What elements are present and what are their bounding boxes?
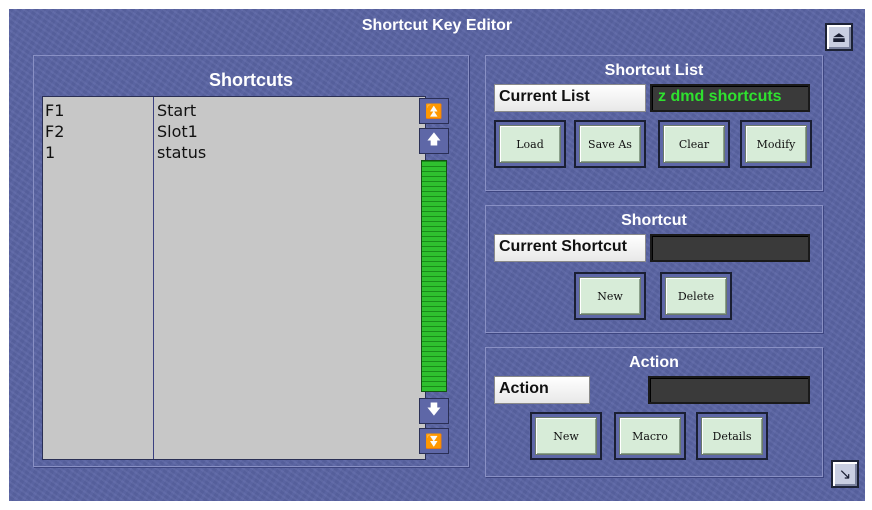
modify-button-label: Modify xyxy=(745,125,807,163)
details-button[interactable]: Details xyxy=(696,412,768,460)
shortcuts-title: Shortcuts xyxy=(208,70,293,90)
macro-button-label: Macro xyxy=(619,417,681,455)
action-title: Action xyxy=(629,354,679,371)
shortcut-action: Slot1 xyxy=(157,122,198,141)
resize-button[interactable]: ↘ xyxy=(831,460,859,488)
scroll-thumb[interactable] xyxy=(421,160,447,392)
shortcut-action: status xyxy=(157,143,207,162)
shortcut-key: 1 xyxy=(45,143,56,162)
shortcut-key: F2 xyxy=(45,122,65,141)
save-as-button-label: Save As xyxy=(579,125,641,163)
delete-shortcut-button[interactable]: Delete xyxy=(660,272,732,320)
shortcut-panel: Shortcut Current Shortcut New Delete xyxy=(485,205,823,333)
macro-button[interactable]: Macro xyxy=(614,412,686,460)
up-arrow-icon: 🡅 xyxy=(426,131,442,147)
new-action-button[interactable]: New xyxy=(530,412,602,460)
new-shortcut-button[interactable]: New xyxy=(574,272,646,320)
list-item[interactable]: 1 status xyxy=(43,143,425,163)
double-down-arrow-icon: ⏬ xyxy=(425,432,443,449)
scroll-down-button[interactable]: 🡇 xyxy=(419,398,449,424)
shortcut-list-panel: Shortcut List Current List z dmd shortcu… xyxy=(485,55,823,191)
eject-up-icon: ⏏ xyxy=(831,29,847,46)
window-title: Shortcut Key Editor xyxy=(361,17,513,34)
load-button[interactable]: Load xyxy=(494,120,566,168)
scroll-up-button[interactable]: 🡅 xyxy=(419,128,449,154)
scroll-top-button[interactable]: ⏫ xyxy=(419,98,449,124)
shortcut-key-editor-window: Shortcut Key Editor ⏏ ↘ Shortcuts F1 Sta… xyxy=(9,9,865,501)
clear-button[interactable]: Clear xyxy=(658,120,730,168)
new-action-button-label: New xyxy=(535,417,597,455)
down-arrow-icon: 🡇 xyxy=(426,401,442,417)
arrow-down-right-icon: ↘ xyxy=(838,466,852,483)
current-list-label: Current List xyxy=(494,84,646,112)
current-list-value: z dmd shortcuts xyxy=(650,84,810,112)
shortcut-key: F1 xyxy=(45,101,65,120)
shortcut-action: Start xyxy=(157,101,197,120)
load-button-label: Load xyxy=(499,125,561,163)
action-label: Action xyxy=(494,376,590,404)
collapse-button[interactable]: ⏏ xyxy=(825,23,853,51)
current-shortcut-label: Current Shortcut xyxy=(494,234,646,262)
list-item[interactable]: F2 Slot1 xyxy=(43,122,425,142)
new-shortcut-button-label: New xyxy=(579,277,641,315)
list-item[interactable]: F1 Start xyxy=(43,101,425,121)
shortcuts-panel: Shortcuts F1 Start F2 Slot1 1 status ⏫ 🡅 xyxy=(33,55,469,467)
action-value xyxy=(648,376,810,404)
shortcut-title: Shortcut xyxy=(621,212,687,229)
shortcuts-list[interactable]: F1 Start F2 Slot1 1 status xyxy=(42,96,426,460)
action-panel: Action Action New Macro Details xyxy=(485,347,823,477)
shortcut-list-title: Shortcut List xyxy=(604,62,704,79)
shortcuts-scrollbar[interactable]: ⏫ 🡅 🡇 ⏬ xyxy=(419,96,449,460)
clear-button-label: Clear xyxy=(663,125,725,163)
delete-shortcut-button-label: Delete xyxy=(665,277,727,315)
details-button-label: Details xyxy=(701,417,763,455)
modify-button[interactable]: Modify xyxy=(740,120,812,168)
double-up-arrow-icon: ⏫ xyxy=(425,102,443,119)
scroll-bottom-button[interactable]: ⏬ xyxy=(419,428,449,454)
current-shortcut-value xyxy=(650,234,810,262)
save-as-button[interactable]: Save As xyxy=(574,120,646,168)
